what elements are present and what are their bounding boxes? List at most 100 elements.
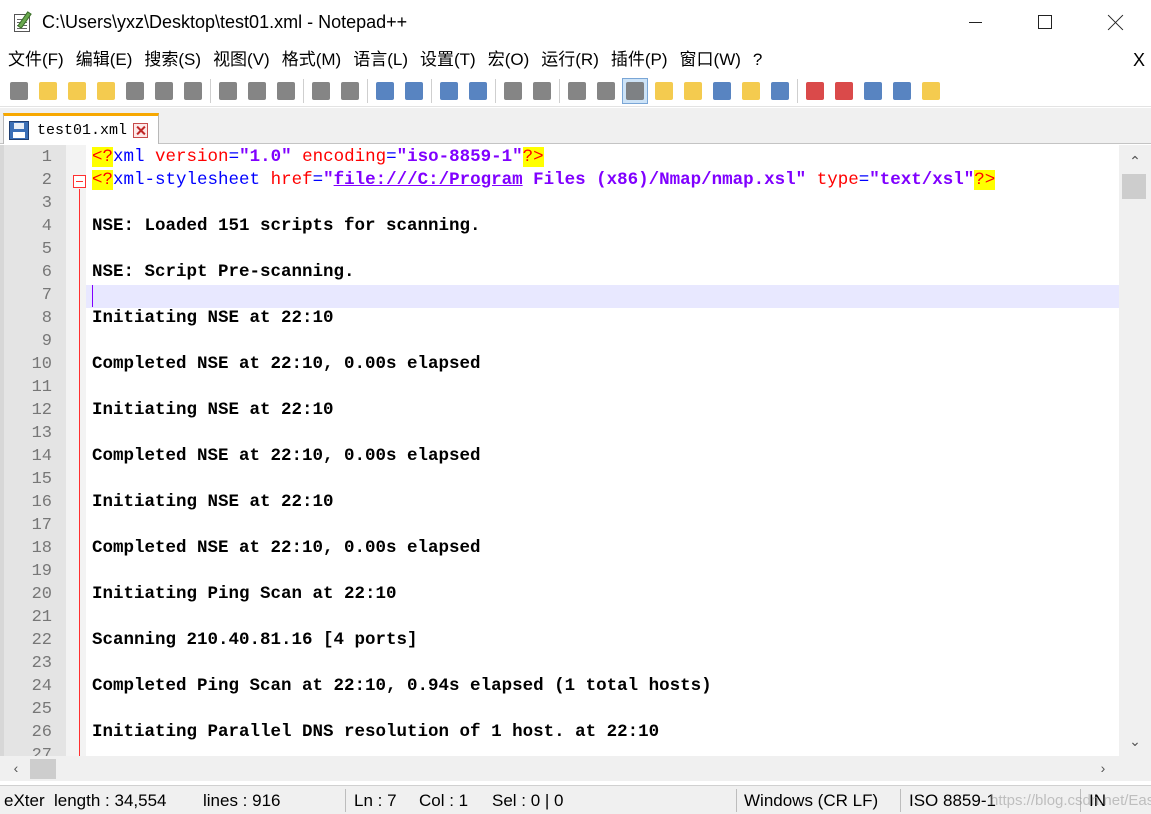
close-button[interactable] [122, 78, 148, 104]
close-window-button[interactable] [1081, 0, 1151, 44]
code-text: Completed Ping Scan at 22:10, 0.94s elap… [92, 676, 712, 696]
udl-icon [655, 81, 673, 100]
menu-run[interactable]: 运行(R) [535, 46, 605, 74]
menu-language[interactable]: 语言(L) [347, 46, 414, 74]
indent-guide-button[interactable] [622, 77, 648, 104]
save-button[interactable] [64, 78, 90, 104]
tab-close-icon[interactable] [133, 122, 149, 138]
status-lines: lines : 916 [203, 791, 281, 810]
menu-edit[interactable]: 编辑(E) [70, 46, 139, 74]
code-line: Scanning 210.40.81.16 [4 ports] [92, 629, 1122, 652]
doc-map-icon [684, 81, 702, 100]
paste-button[interactable] [273, 78, 299, 104]
watermark: https://blog.csdn.net/Eastmount [990, 792, 1151, 809]
sync-horizontal-button[interactable] [529, 78, 555, 104]
print-icon [184, 81, 202, 100]
udl-button[interactable] [651, 78, 677, 104]
replace-button[interactable] [401, 78, 427, 104]
fold-collapse-icon[interactable] [73, 175, 86, 188]
close-all-button[interactable] [151, 78, 177, 104]
zoom-in-button[interactable] [436, 78, 462, 104]
menu-search[interactable]: 搜索(S) [138, 46, 207, 74]
horizontal-scroll-thumb[interactable] [30, 759, 56, 779]
vertical-scrollbar[interactable]: ⌃ ⌄ [1119, 145, 1151, 756]
horizontal-scrollbar[interactable]: ‹ › [0, 756, 1119, 781]
sync-vertical-button[interactable] [500, 78, 526, 104]
print-button[interactable] [180, 78, 206, 104]
folder-workspace-button[interactable] [738, 78, 764, 104]
close-icon [1108, 14, 1124, 30]
code-text: NSE: Loaded 151 scripts for scanning. [92, 216, 481, 236]
zoom-out-icon [469, 81, 487, 100]
minimize-button[interactable] [940, 0, 1010, 44]
vertical-scroll-thumb[interactable] [1122, 174, 1146, 199]
editor-area[interactable]: 1 2 3 4 5 6 7 8 9 10 11 12 13 14 15 16 17 18 19 20 21 22 23 24 2… [0, 145, 1151, 756]
menu-format[interactable]: 格式(M) [276, 46, 347, 74]
line-number: 24 [31, 677, 52, 696]
scroll-up-icon[interactable]: ⌃ [1119, 151, 1151, 171]
sync-horizontal-icon [533, 81, 551, 100]
menu-bar: 文件(F) 编辑(E) 搜索(S) 视图(V) 格式(M) 语言(L) 设置(T… [0, 46, 1151, 74]
xml-equals: = [386, 147, 397, 167]
redo-button[interactable] [337, 78, 363, 104]
zoom-out-button[interactable] [465, 78, 491, 104]
scroll-right-icon[interactable]: › [1093, 758, 1113, 778]
run-macro-multiple-button[interactable] [889, 78, 915, 104]
play-macro-button[interactable] [860, 78, 886, 104]
sync-vertical-icon [504, 81, 522, 100]
menu-settings[interactable]: 设置(T) [414, 46, 482, 74]
undo-icon [312, 81, 330, 100]
close-icon [126, 81, 144, 100]
xml-equals: = [858, 170, 870, 190]
copy-icon [248, 81, 266, 100]
save-all-icon [97, 81, 115, 100]
function-list-button[interactable] [709, 78, 735, 104]
status-length: length : 34,554 [54, 791, 167, 810]
line-number: 21 [31, 608, 52, 627]
line-number: 7 [41, 286, 52, 305]
open-file-icon [39, 81, 57, 100]
line-number: 17 [31, 516, 52, 535]
status-bar: eXter length : 34,554 lines : 916 Ln : 7… [0, 785, 1151, 814]
xml-tag: xml [113, 147, 145, 167]
new-file-button[interactable] [6, 78, 32, 104]
find-button[interactable] [372, 78, 398, 104]
tab-bar: test01.xml [0, 108, 1151, 144]
find-icon [376, 81, 394, 100]
minimize-icon [968, 21, 982, 23]
code-line: Completed Ping Scan at 22:10, 0.94s elap… [92, 675, 1122, 698]
scroll-down-icon[interactable]: ⌄ [1119, 731, 1151, 751]
scroll-left-icon[interactable]: ‹ [6, 758, 26, 778]
code-line: NSE: Script Pre-scanning. [92, 261, 1122, 284]
record-macro-button[interactable] [802, 78, 828, 104]
cut-button[interactable] [215, 78, 241, 104]
xml-value: "1.0" [239, 147, 292, 167]
menu-file[interactable]: 文件(F) [2, 46, 70, 74]
stop-record-button[interactable] [831, 78, 857, 104]
menu-help[interactable]: ? [747, 46, 768, 74]
line-number: 3 [41, 194, 52, 213]
menu-macro[interactable]: 宏(O) [482, 46, 536, 74]
open-file-button[interactable] [35, 78, 61, 104]
save-all-button[interactable] [93, 78, 119, 104]
menu-window[interactable]: 窗口(W) [674, 46, 747, 74]
monitoring-button[interactable] [767, 78, 793, 104]
menu-view[interactable]: 视图(V) [207, 46, 276, 74]
doc-map-button[interactable] [680, 78, 706, 104]
show-all-chars-button[interactable] [593, 78, 619, 104]
xml-value: "text/xsl" [869, 170, 975, 190]
line-number: 25 [31, 700, 52, 719]
save-macro-button[interactable] [918, 78, 944, 104]
maximize-button[interactable] [1010, 0, 1080, 44]
xml-value: Files (x86)/Nmap/nmap.xsl" [522, 170, 807, 190]
copy-button[interactable] [244, 78, 270, 104]
menu-plugins[interactable]: 插件(P) [605, 46, 674, 74]
word-wrap-button[interactable] [564, 78, 590, 104]
tab-test01-xml[interactable]: test01.xml [3, 113, 159, 144]
xml-url-link[interactable]: file:///C:/Program [334, 170, 523, 190]
close-document-button[interactable]: X [1133, 46, 1145, 74]
undo-button[interactable] [308, 78, 334, 104]
